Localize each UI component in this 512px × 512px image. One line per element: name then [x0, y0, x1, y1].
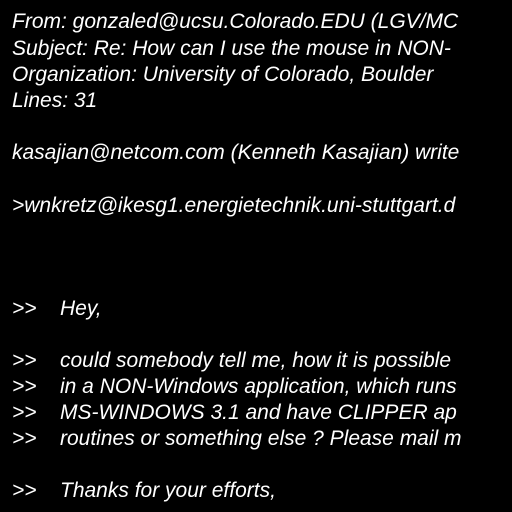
quote-marker: >>	[12, 427, 37, 450]
subject-header: Subject: Re: How can I use the mouse in …	[12, 37, 451, 60]
from-header: From: gonzaled@ucsu.Colorado.EDU (LGV/MC	[12, 10, 459, 33]
organization-header: Organization: University of Colorado, Bo…	[12, 63, 434, 86]
quoted-body-line-4: >> routines or something else ? Please ma…	[12, 426, 462, 452]
quoted-thanks: Thanks for your efforts,	[60, 479, 276, 502]
nested-attribution-line: >wnkretz@ikesg1.energietechnik.uni-stutt…	[12, 194, 456, 217]
quote-marker: >>	[12, 297, 37, 320]
quoted-body-line-1: >> could somebody tell me, how it is poss…	[12, 348, 451, 374]
quoted-greeting-line: >> Hey,	[12, 296, 102, 322]
quoted-body-line-3: >> MS-WINDOWS 3.1 and have CLIPPER ap	[12, 400, 457, 426]
quote-marker: >>	[12, 401, 37, 424]
quoted-thanks-line: >> Thanks for your efforts,	[12, 478, 276, 504]
quote-marker: >>	[12, 479, 37, 502]
quoted-body-text: in a NON-Windows application, which runs	[60, 375, 457, 398]
attribution-line: kasajian@netcom.com (Kenneth Kasajian) w…	[12, 141, 460, 164]
quoted-body-line-2: >> in a NON-Windows application, which ru…	[12, 374, 457, 400]
quote-marker: >>	[12, 375, 37, 398]
quoted-body-text: MS-WINDOWS 3.1 and have CLIPPER ap	[60, 401, 457, 424]
lines-header: Lines: 31	[12, 89, 98, 112]
quoted-body-text: routines or something else ? Please mail…	[60, 427, 462, 450]
quoted-body-text: could somebody tell me, how it is possib…	[60, 349, 452, 372]
email-message-view: From: gonzaled@ucsu.Colorado.EDU (LGV/MC…	[0, 0, 512, 512]
quoted-greeting: Hey,	[60, 297, 102, 320]
quote-marker: >>	[12, 349, 37, 372]
